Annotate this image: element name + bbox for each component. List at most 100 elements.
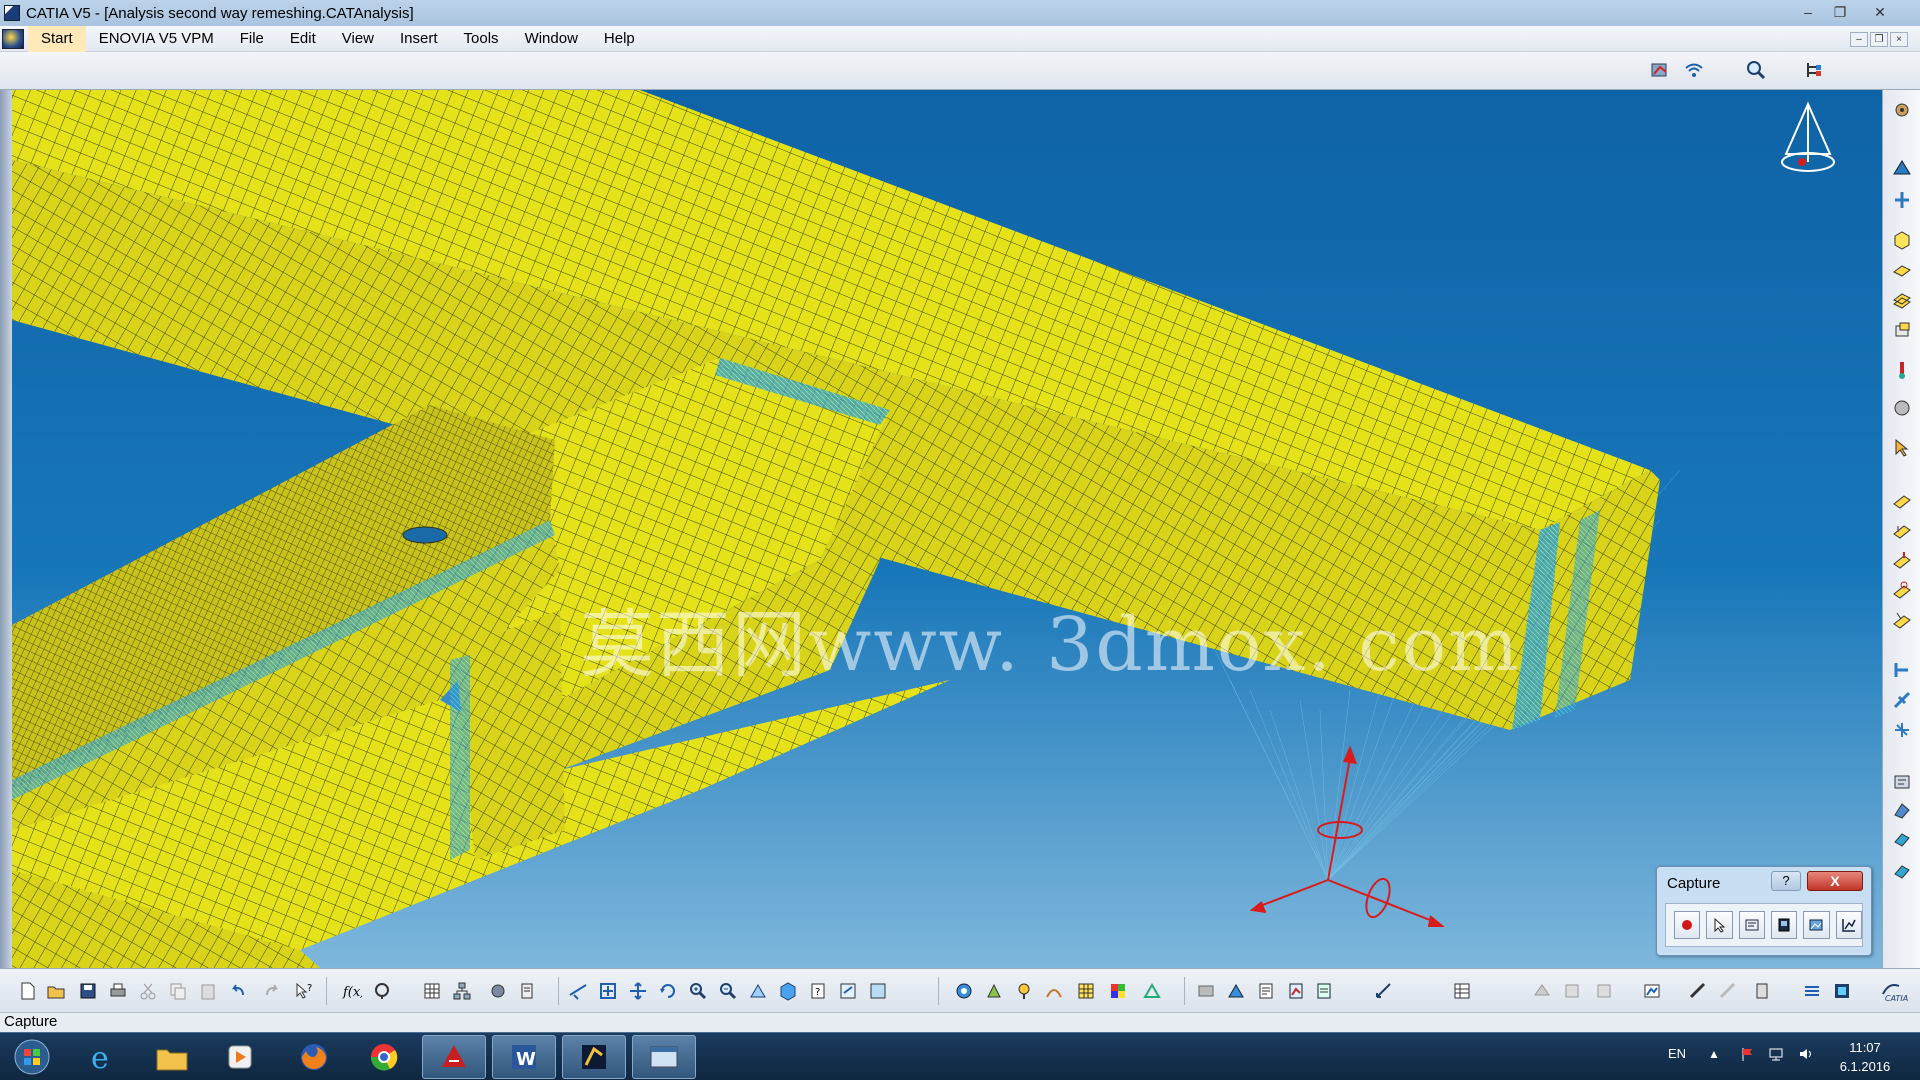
octree-icon[interactable] bbox=[982, 979, 1006, 1003]
spreadsheet-icon[interactable] bbox=[1450, 979, 1474, 1003]
menu-start[interactable]: Start bbox=[28, 25, 86, 52]
help-button[interactable]: ? bbox=[1771, 871, 1801, 891]
save-icon[interactable] bbox=[76, 979, 100, 1003]
table-icon[interactable] bbox=[420, 979, 444, 1003]
network-icon[interactable] bbox=[1768, 1046, 1784, 1062]
load-pressure-icon[interactable] bbox=[1890, 518, 1914, 542]
fly-mode-icon[interactable] bbox=[566, 979, 590, 1003]
volume-icon[interactable] bbox=[1798, 1046, 1814, 1062]
autocad-icon[interactable] bbox=[422, 1035, 486, 1079]
load-distributed-icon[interactable] bbox=[1890, 488, 1914, 512]
shell-property-icon[interactable] bbox=[1890, 288, 1914, 312]
menu-enovia[interactable]: ENOVIA V5 VPM bbox=[86, 26, 227, 52]
menu-window[interactable]: Window bbox=[512, 26, 591, 52]
displacement-icon[interactable] bbox=[1890, 858, 1914, 882]
document-minimize-button[interactable]: – bbox=[1850, 32, 1868, 47]
graph-icon[interactable] bbox=[1835, 911, 1862, 939]
knowledge-icon[interactable] bbox=[370, 979, 394, 1003]
load-bearing-icon[interactable] bbox=[1890, 608, 1914, 632]
cut-icon[interactable] bbox=[136, 979, 160, 1003]
iso-view-icon[interactable] bbox=[776, 979, 800, 1003]
load-moment-icon[interactable] bbox=[1890, 578, 1914, 602]
firefox-icon[interactable] bbox=[282, 1035, 346, 1079]
new-icon[interactable] bbox=[16, 979, 40, 1003]
compute-icon[interactable] bbox=[1890, 770, 1914, 794]
fit-all-icon[interactable] bbox=[596, 979, 620, 1003]
mesh-spec-icon[interactable] bbox=[1012, 979, 1036, 1003]
material-box-icon[interactable] bbox=[1890, 228, 1914, 252]
analysis-view-icon[interactable] bbox=[1830, 979, 1854, 1003]
compass-icon[interactable] bbox=[1781, 101, 1835, 172]
album-icon[interactable] bbox=[1770, 911, 1798, 939]
surface-slider-icon[interactable] bbox=[1890, 688, 1914, 712]
section-icon[interactable] bbox=[1800, 979, 1824, 1003]
rotate-icon[interactable] bbox=[656, 979, 680, 1003]
paste-icon[interactable] bbox=[196, 979, 220, 1003]
menu-edit[interactable]: Edit bbox=[277, 26, 329, 52]
catalog-icon[interactable] bbox=[516, 979, 540, 1003]
language-indicator[interactable]: EN bbox=[1668, 1046, 1686, 1061]
print-icon[interactable] bbox=[106, 979, 130, 1003]
tree-icon[interactable] bbox=[1802, 58, 1826, 82]
close-button[interactable]: ✕ bbox=[1864, 2, 1896, 22]
generate-image-icon[interactable] bbox=[1640, 979, 1664, 1003]
whats-this-icon[interactable]: ? bbox=[292, 979, 316, 1003]
chrome-icon[interactable] bbox=[352, 1035, 416, 1079]
capture-image-icon[interactable] bbox=[1803, 911, 1830, 939]
wireless-icon[interactable] bbox=[1682, 58, 1706, 82]
temperature-icon[interactable] bbox=[1890, 358, 1914, 382]
file-explorer-icon[interactable] bbox=[140, 1035, 204, 1079]
connection-icon[interactable] bbox=[1042, 979, 1066, 1003]
load-force-icon[interactable] bbox=[1890, 548, 1914, 572]
sensor-icon[interactable] bbox=[1372, 979, 1396, 1003]
formula-icon[interactable]: f(x) bbox=[340, 979, 364, 1003]
stress-icon[interactable] bbox=[1890, 828, 1914, 852]
left-scroll-bar[interactable] bbox=[0, 90, 12, 968]
settings-gear-icon[interactable] bbox=[1890, 98, 1914, 122]
document-restore-button[interactable]: ❐ bbox=[1870, 32, 1888, 47]
select-icon[interactable] bbox=[1706, 911, 1733, 939]
copy-icon[interactable] bbox=[166, 979, 190, 1003]
action-center-flag-icon[interactable] bbox=[1740, 1046, 1756, 1062]
3d-viewport[interactable]: 莫西网www. 3dmox. com bbox=[0, 90, 1882, 968]
analysis-icon[interactable] bbox=[1648, 58, 1672, 82]
inertia-icon[interactable] bbox=[1750, 979, 1774, 1003]
capture-close-button[interactable]: X bbox=[1807, 871, 1863, 891]
solid-property-icon[interactable] bbox=[1890, 318, 1914, 342]
menu-file[interactable]: File bbox=[227, 26, 277, 52]
iso-static-icon[interactable] bbox=[1890, 718, 1914, 742]
record-icon[interactable] bbox=[1674, 911, 1701, 939]
minimize-button[interactable]: ‒ bbox=[1792, 2, 1824, 22]
support-icon[interactable] bbox=[1890, 156, 1914, 180]
normal-view-icon[interactable] bbox=[746, 979, 770, 1003]
redo-icon[interactable] bbox=[260, 979, 284, 1003]
colors-icon[interactable] bbox=[1106, 979, 1130, 1003]
mesh-part-icon[interactable] bbox=[952, 979, 976, 1003]
zoom-out-icon[interactable] bbox=[716, 979, 740, 1003]
pointer-icon[interactable] bbox=[1890, 436, 1914, 460]
maximize-button[interactable]: ❐ bbox=[1824, 2, 1856, 22]
mesh-grid-icon[interactable] bbox=[1074, 979, 1098, 1003]
menu-view[interactable]: View bbox=[329, 26, 387, 52]
deformation-icon[interactable] bbox=[1890, 798, 1914, 822]
swap-view-icon[interactable] bbox=[836, 979, 860, 1003]
media-player-icon[interactable] bbox=[208, 1035, 272, 1079]
sphere-icon[interactable] bbox=[1890, 396, 1914, 420]
report-icon[interactable] bbox=[1254, 979, 1278, 1003]
undo-icon[interactable] bbox=[226, 979, 250, 1003]
restraint-icon[interactable] bbox=[1890, 188, 1914, 212]
graph-tree-icon[interactable] bbox=[450, 979, 474, 1003]
render-style-icon[interactable] bbox=[866, 979, 890, 1003]
document-icon[interactable] bbox=[2, 28, 24, 49]
zoom-in-icon[interactable] bbox=[686, 979, 710, 1003]
simplify-icon[interactable] bbox=[1224, 979, 1248, 1003]
pan-icon[interactable] bbox=[626, 979, 650, 1003]
advanced-report-icon[interactable] bbox=[1284, 979, 1308, 1003]
tray-expand-icon[interactable]: ▲ bbox=[1706, 1046, 1722, 1062]
word-icon[interactable]: W bbox=[492, 1035, 556, 1079]
image-viewer-icon[interactable] bbox=[632, 1035, 696, 1079]
hide-show-icon[interactable]: ? bbox=[806, 979, 830, 1003]
catia-taskbar-icon[interactable] bbox=[562, 1035, 626, 1079]
internet-explorer-icon[interactable]: e bbox=[72, 1035, 136, 1079]
measure-icon[interactable] bbox=[1686, 979, 1710, 1003]
